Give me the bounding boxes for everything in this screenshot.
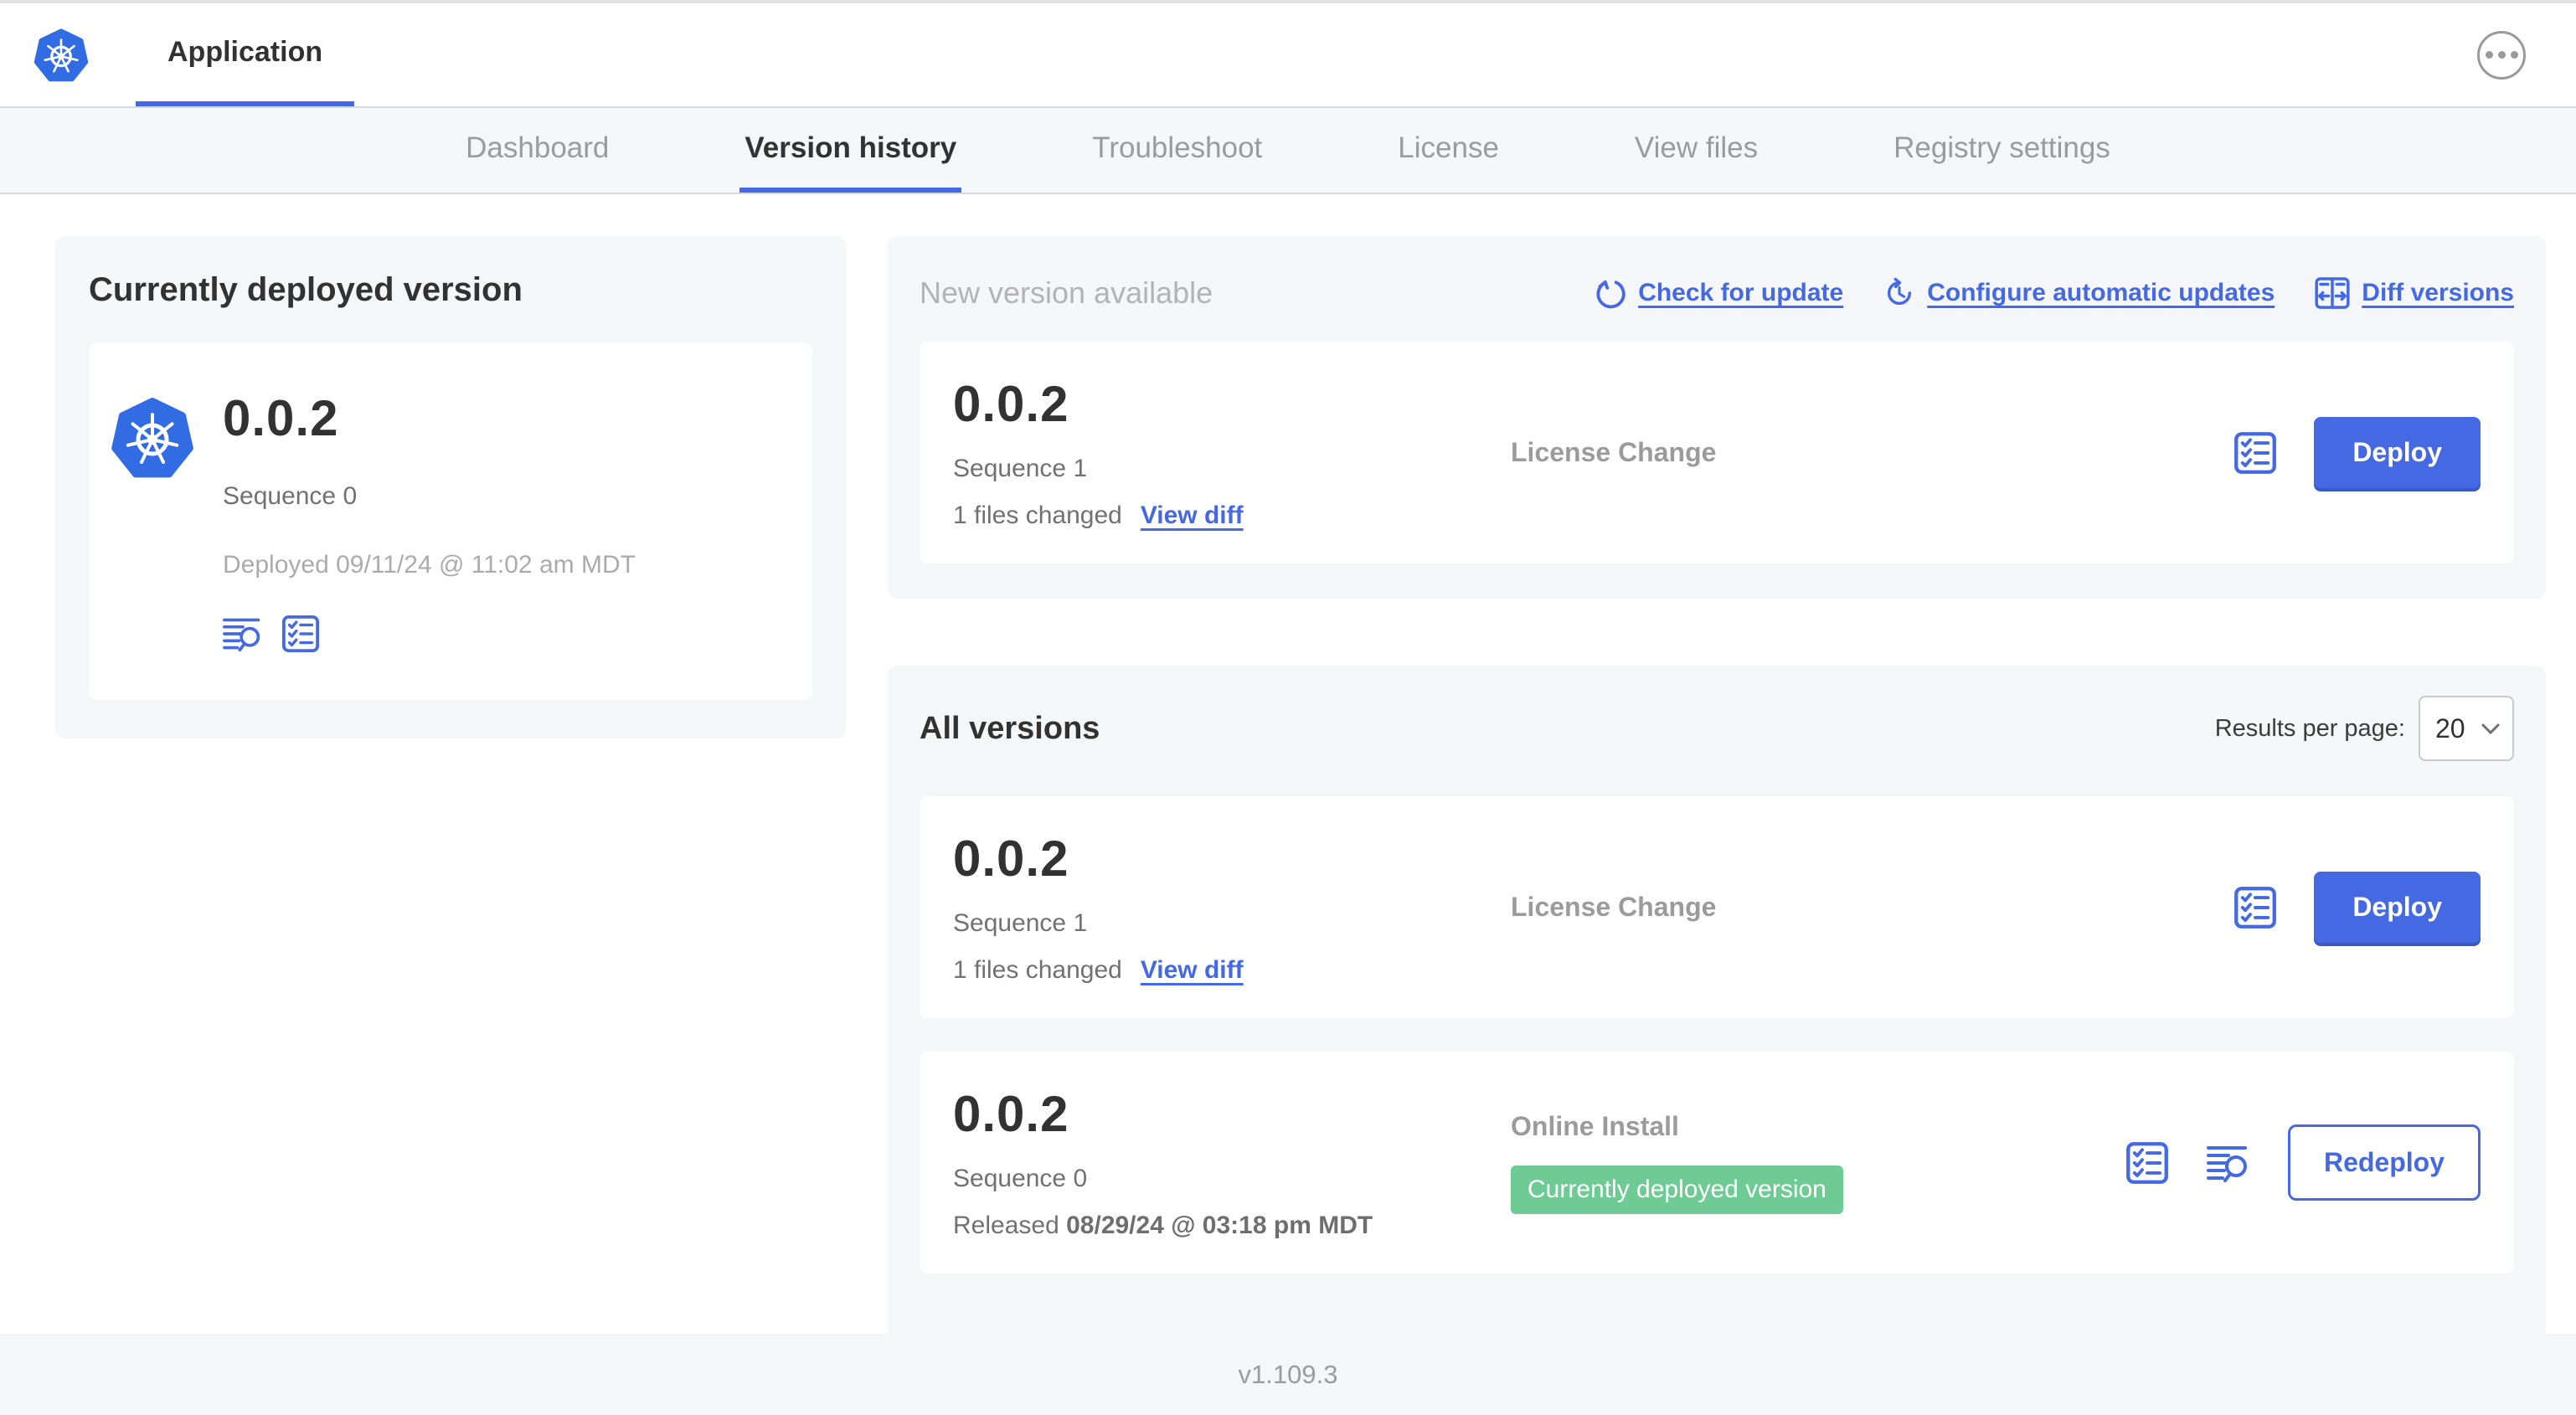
- refresh-icon: [1596, 280, 1625, 309]
- version-label: 0.0.2: [953, 1086, 1069, 1142]
- deployed-version: 0.0.2: [223, 390, 339, 446]
- kubernetes-logo-icon: [111, 398, 193, 478]
- view-logs-icon[interactable]: [2206, 1142, 2251, 1184]
- all-versions-panel: All versions Results per page: 20 0.0.2 …: [888, 666, 2546, 1349]
- preflight-checklist-icon[interactable]: [2233, 886, 2277, 929]
- version-row: 0.0.2 Sequence 0 Released 08/29/24 @ 03:…: [920, 1052, 2514, 1274]
- schedule-update-icon: [1888, 277, 1912, 306]
- diff-icon: [2315, 277, 2350, 309]
- all-versions-title: All versions: [920, 710, 1100, 746]
- tab-view-files[interactable]: View files: [1630, 108, 1763, 193]
- preflight-checklist-icon[interactable]: [2233, 431, 2277, 475]
- app-tab-label: Application: [167, 36, 323, 68]
- chevron-down-icon: [2481, 723, 2500, 735]
- new-version-card: 0.0.2 Sequence 1 1 files changed View di…: [920, 342, 2514, 563]
- preflight-checklist-icon[interactable]: [281, 615, 320, 653]
- app-header: Application: [0, 3, 2576, 106]
- currently-deployed-title: Currently deployed version: [89, 271, 523, 308]
- view-diff-link[interactable]: View diff: [1141, 956, 1244, 985]
- version-source: Online Install: [1511, 1111, 1679, 1141]
- version-sequence: Sequence 1: [953, 909, 1088, 937]
- version-label: 0.0.2: [953, 376, 1069, 432]
- new-version-title: New version available: [920, 275, 1213, 310]
- check-for-update-link[interactable]: Check for update: [1595, 277, 1843, 309]
- preflight-checklist-icon[interactable]: [2125, 1141, 2169, 1185]
- currently-deployed-badge: Currently deployed version: [1511, 1165, 1843, 1214]
- app-logo: [33, 3, 89, 106]
- new-version-panel: New version available Check for update C…: [888, 236, 2546, 599]
- results-per-page-select[interactable]: 20: [2419, 696, 2514, 761]
- files-changed-label: 1 files changed: [953, 502, 1122, 529]
- view-logs-icon[interactable]: [223, 615, 263, 653]
- version-sequence: Sequence 1: [953, 455, 1088, 482]
- redeploy-button[interactable]: Redeploy: [2287, 1124, 2481, 1201]
- deployed-timestamp: Deployed 09/11/24 @ 11:02 am MDT: [223, 551, 636, 579]
- currently-deployed-panel: Currently deployed version 0.0.2 Sequenc…: [55, 236, 846, 738]
- released-date: 08/29/24 @ 03:18 pm MDT: [1066, 1212, 1373, 1239]
- deploy-button[interactable]: Deploy: [2314, 417, 2481, 488]
- tab-license[interactable]: License: [1393, 108, 1504, 193]
- app-footer: v1.109.3: [0, 1334, 2576, 1415]
- tab-troubleshoot[interactable]: Troubleshoot: [1087, 108, 1267, 193]
- deploy-button[interactable]: Deploy: [2314, 872, 2481, 943]
- configure-automatic-updates-link[interactable]: Configure automatic updates: [1883, 277, 2275, 309]
- files-changed-label: 1 files changed: [953, 956, 1122, 984]
- currently-deployed-card: 0.0.2 Sequence 0 Deployed 09/11/24 @ 11:…: [89, 342, 812, 700]
- version-source: License Change: [1511, 437, 1717, 467]
- tab-dashboard[interactable]: Dashboard: [461, 108, 614, 193]
- diff-versions-link[interactable]: Diff versions: [2315, 276, 2514, 310]
- main-content: Currently deployed version 0.0.2 Sequenc…: [0, 194, 2576, 1349]
- console-version: v1.109.3: [1238, 1359, 1338, 1389]
- version-row: 0.0.2 Sequence 1 1 files changed View di…: [920, 796, 2514, 1018]
- app-icon: [111, 396, 194, 653]
- results-per-page-label: Results per page:: [2214, 714, 2405, 742]
- deployed-sequence: Sequence 0: [223, 482, 358, 510]
- view-diff-link[interactable]: View diff: [1141, 502, 1244, 530]
- app-subnav: Dashboard Version history Troubleshoot L…: [0, 106, 2576, 194]
- app-tab[interactable]: Application: [136, 3, 355, 106]
- kubernetes-logo-icon: [33, 28, 89, 81]
- version-source: License Change: [1511, 892, 1717, 922]
- version-label: 0.0.2: [953, 831, 1069, 887]
- more-options-button[interactable]: [2477, 30, 2526, 80]
- tab-registry-settings[interactable]: Registry settings: [1888, 108, 2115, 193]
- ellipsis-icon: [2485, 51, 2493, 59]
- version-sequence: Sequence 0: [953, 1165, 1088, 1192]
- version-released: Released 08/29/24 @ 03:18 pm MDT: [953, 1212, 1373, 1239]
- tab-version-history[interactable]: Version history: [739, 108, 962, 193]
